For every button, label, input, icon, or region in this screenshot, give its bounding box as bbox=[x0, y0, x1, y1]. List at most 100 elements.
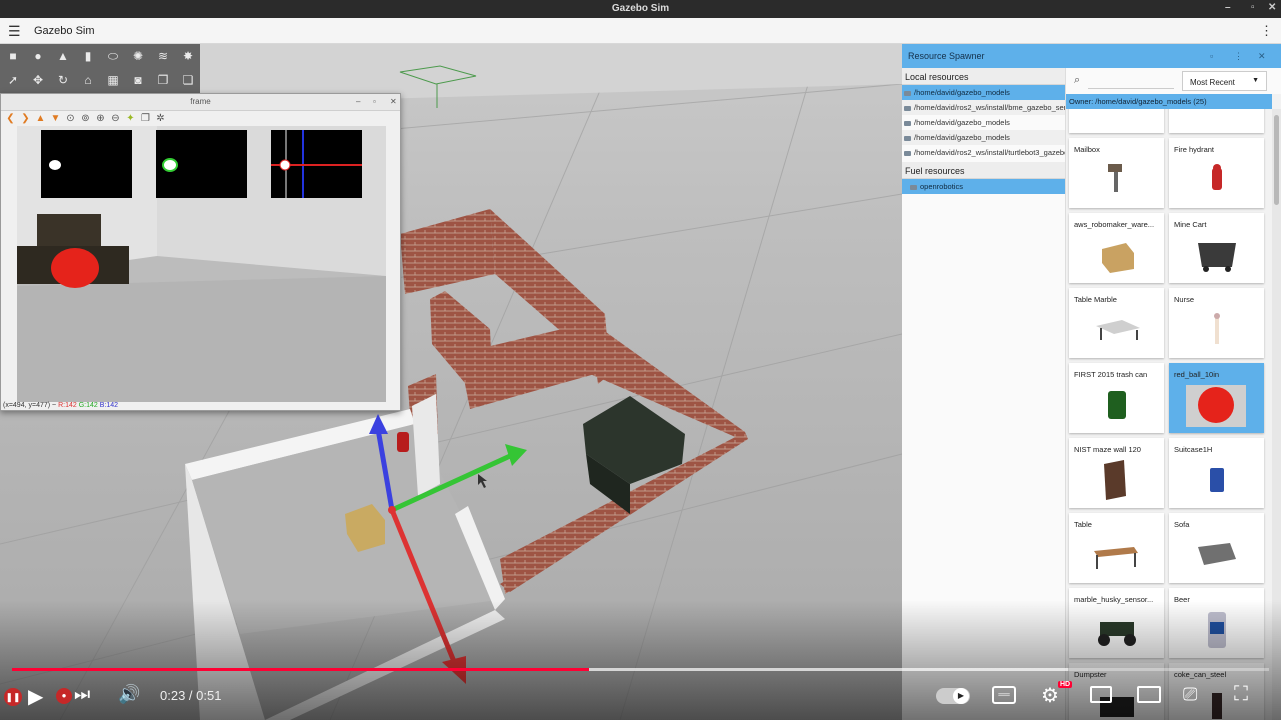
cone-icon[interactable]: ▲ bbox=[53, 46, 73, 66]
zoom-actual-icon[interactable]: ⊚ bbox=[80, 113, 91, 124]
sort-select[interactable]: Most Recent ▼ bbox=[1182, 71, 1267, 91]
next-icon[interactable]: ⏭ bbox=[74, 684, 90, 705]
frame-maximize-icon[interactable]: ▫ bbox=[373, 97, 376, 106]
maximize-icon[interactable]: ▫ bbox=[1251, 2, 1255, 13]
local-resource-item[interactable]: /home/david/gazebo_models bbox=[902, 130, 1065, 145]
grid-icon[interactable]: ▦ bbox=[103, 70, 123, 90]
snap-icon[interactable]: ⌂ bbox=[78, 70, 98, 90]
model-thumbnail bbox=[1186, 109, 1246, 129]
model-card[interactable]: red_ball_10in bbox=[1169, 363, 1264, 433]
settings-icon[interactable]: ✲ bbox=[155, 113, 166, 124]
box-icon[interactable]: ■ bbox=[3, 46, 23, 66]
model-card[interactable]: Table Marble bbox=[1069, 288, 1164, 358]
sphere-icon[interactable]: ● bbox=[28, 46, 48, 66]
pause-indicator-icon[interactable]: ❚❚ bbox=[4, 688, 22, 706]
record-icon[interactable]: ● bbox=[56, 688, 72, 704]
folder-icon bbox=[904, 90, 911, 96]
fuel-resource-item[interactable]: openrobotics bbox=[902, 179, 1065, 194]
spawner-more-icon[interactable]: ⋮ bbox=[1234, 51, 1243, 62]
model-thumbnail bbox=[1086, 533, 1146, 579]
zoom-fit-icon[interactable]: ⊙ bbox=[65, 113, 76, 124]
copy-image-icon[interactable]: ❐ bbox=[140, 113, 151, 124]
folder-icon bbox=[904, 120, 911, 126]
frame-status: (x=494, y=477) ~ R:142 G:142 B:142 bbox=[3, 402, 118, 409]
autoplay-toggle[interactable]: ▶ bbox=[936, 688, 970, 704]
model-card[interactable]: Nurse bbox=[1169, 288, 1264, 358]
pixel-coords: (x=494, y=477) ~ bbox=[3, 402, 57, 409]
spawner-collapse-icon[interactable]: ▫ bbox=[1210, 51, 1213, 61]
play-icon[interactable]: ▶ bbox=[28, 684, 43, 709]
grid-scrollbar[interactable] bbox=[1272, 109, 1281, 720]
spawner-close-icon[interactable]: ✕ bbox=[1258, 51, 1266, 62]
os-titlebar: Gazebo Sim – ▫ ✕ bbox=[0, 0, 1281, 18]
spot-light-icon[interactable]: ✸ bbox=[178, 46, 198, 66]
search-row: ⌕ Most Recent ▼ bbox=[1066, 68, 1281, 94]
model-card[interactable]: Mine Cart bbox=[1169, 213, 1264, 283]
settings-gear-icon[interactable]: ⚙ bbox=[1041, 683, 1059, 708]
kebab-icon[interactable]: ⋮ bbox=[1260, 23, 1273, 39]
frame-window[interactable]: frame – ▫ ✕ ❮ ❯ ▲ ▼ ⊙ ⊚ ⊕ ⊖ ✦ ❐ ✲ (x=494… bbox=[0, 93, 401, 411]
model-card[interactable]: Beer bbox=[1169, 588, 1264, 658]
frame-minimize-icon[interactable]: – bbox=[356, 97, 360, 106]
cast-icon[interactable]: ⎚ bbox=[1183, 684, 1197, 705]
arrow-down-icon[interactable]: ▼ bbox=[50, 113, 61, 124]
miniplayer-icon[interactable] bbox=[1090, 686, 1112, 703]
frame-titlebar[interactable]: frame – ▫ ✕ bbox=[1, 94, 400, 111]
local-resource-item[interactable]: /home/david/ros2_ws/install/turtlebot3_g… bbox=[902, 145, 1065, 160]
model-card[interactable] bbox=[1069, 109, 1164, 133]
hamburger-icon[interactable]: ☰ bbox=[8, 23, 21, 40]
model-card[interactable]: FIRST 2015 trash can bbox=[1069, 363, 1164, 433]
model-thumbnail bbox=[1186, 233, 1246, 279]
progress-bar[interactable] bbox=[12, 668, 1269, 671]
model-card[interactable]: marble_husky_sensor... bbox=[1069, 588, 1164, 658]
subtitles-icon[interactable]: ══ bbox=[992, 686, 1016, 704]
volume-icon[interactable]: 🔊 bbox=[118, 684, 140, 705]
model-browser: ⌕ Most Recent ▼ Owner: /home/david/gazeb… bbox=[1066, 68, 1281, 720]
zoom-in-icon[interactable]: ⊕ bbox=[95, 113, 106, 124]
model-card[interactable]: Sofa bbox=[1169, 513, 1264, 583]
frame-close-icon[interactable]: ✕ bbox=[390, 97, 397, 106]
arrow-right-icon[interactable]: ❯ bbox=[20, 113, 31, 124]
bulb-icon[interactable]: ✦ bbox=[125, 113, 136, 124]
owner-label: Owner: /home/david/gazebo_models (25) bbox=[1066, 94, 1272, 109]
search-input[interactable] bbox=[1088, 73, 1174, 89]
cylinder-icon[interactable]: ▮ bbox=[78, 46, 98, 66]
sun-icon[interactable]: ✺ bbox=[128, 46, 148, 66]
minimize-icon[interactable]: – bbox=[1225, 2, 1231, 13]
theater-mode-icon[interactable] bbox=[1137, 686, 1161, 703]
local-resource-label: /home/david/gazebo_models bbox=[914, 133, 1010, 142]
copy-icon[interactable]: ❐ bbox=[153, 70, 173, 90]
capsule-icon[interactable]: ⬭ bbox=[103, 46, 123, 66]
model-card[interactable]: Mailbox bbox=[1069, 138, 1164, 208]
local-resource-item[interactable]: /home/david/ros2_ws/install/bme_gazebo_s… bbox=[902, 100, 1065, 115]
folder-icon bbox=[910, 184, 917, 190]
resource-spawner: Resource Spawner ▫ ⋮ ✕ Local resources /… bbox=[902, 44, 1281, 720]
model-thumbnail bbox=[1086, 608, 1146, 654]
zoom-out-icon[interactable]: ⊖ bbox=[110, 113, 121, 124]
model-card[interactable]: NIST maze wall 120 bbox=[1069, 438, 1164, 508]
grid-scroll-thumb[interactable] bbox=[1274, 115, 1279, 205]
local-resource-item[interactable]: /home/david/gazebo_models bbox=[902, 85, 1065, 100]
model-card[interactable]: aws_robomaker_ware... bbox=[1069, 213, 1164, 283]
chevron-down-icon: ▼ bbox=[1252, 77, 1259, 84]
frame-image[interactable] bbox=[17, 126, 386, 402]
translate-icon[interactable]: ✥ bbox=[28, 70, 48, 90]
directional-light-icon[interactable]: ≋ bbox=[153, 46, 173, 66]
model-card[interactable] bbox=[1169, 109, 1264, 133]
model-card[interactable]: Suitcase1H bbox=[1169, 438, 1264, 508]
paste-icon[interactable]: ❏ bbox=[178, 70, 198, 90]
app-header: ☰ Gazebo Sim ⋮ bbox=[0, 18, 1281, 44]
close-icon[interactable]: ✕ bbox=[1268, 2, 1276, 13]
select-icon[interactable]: ➚ bbox=[3, 70, 23, 90]
local-resource-item[interactable]: /home/david/gazebo_models bbox=[902, 115, 1065, 130]
arrow-up-icon[interactable]: ▲ bbox=[35, 113, 46, 124]
camera-icon[interactable]: ◙ bbox=[128, 70, 148, 90]
folder-icon bbox=[904, 150, 911, 156]
model-thumbnail bbox=[1086, 109, 1146, 129]
model-card[interactable]: Table bbox=[1069, 513, 1164, 583]
arrow-left-icon[interactable]: ❮ bbox=[5, 113, 16, 124]
rotate-icon[interactable]: ↻ bbox=[53, 70, 73, 90]
fullscreen-icon[interactable]: ⛶ bbox=[1234, 683, 1248, 706]
model-card[interactable]: Fire hydrant bbox=[1169, 138, 1264, 208]
model-thumbnail bbox=[1186, 308, 1246, 354]
